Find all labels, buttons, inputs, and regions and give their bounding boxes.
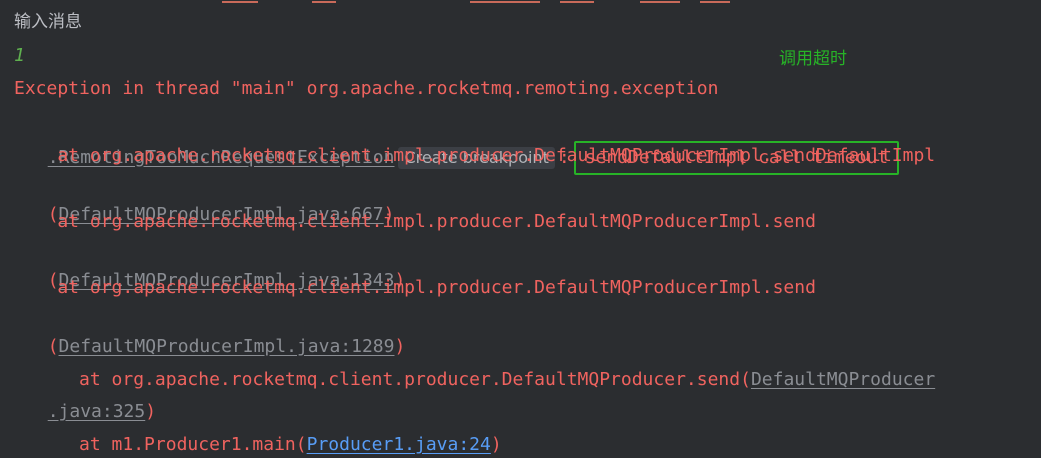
stack-frame-1-method: at org.apache.rocketmq.client.impl.produ… — [14, 145, 936, 166]
stack-frame-3-location-line: (DefaultMQProducerImpl.java:1289) — [26, 308, 406, 357]
stack-frame-4-link-part1[interactable]: DefaultMQProducer — [751, 369, 935, 390]
stack-frame-4-line: at org.apache.rocketmq.client.producer.D… — [14, 341, 935, 390]
stack-frame-1-location-line: (DefaultMQProducerImpl.java:667) — [26, 176, 395, 225]
stack-frame-2-location-line: (DefaultMQProducerImpl.java:1343) — [26, 242, 406, 291]
timeout-annotation: 调用超时 — [779, 49, 847, 69]
input-prompt-label: 输入消息 — [14, 12, 82, 32]
exception-class-line: .RemotingTooMuchRequestException Create b… — [26, 107, 900, 175]
paren-close: ) — [490, 434, 502, 455]
stack-frame-5-link[interactable]: Producer1.java:24 — [307, 434, 491, 455]
stack-frame-3-method: at org.apache.rocketmq.client.impl.produ… — [14, 277, 816, 298]
stack-frame-5-method: at m1.Producer1.main( — [35, 434, 307, 455]
clipped-previous-line — [0, 0, 1041, 4]
exception-header: Exception in thread "main" org.apache.ro… — [14, 78, 719, 99]
input-value: 1 — [14, 45, 25, 66]
stack-frame-2-method: at org.apache.rocketmq.client.impl.produ… — [14, 211, 816, 232]
stack-frame-4-location-line: .java:325) — [26, 373, 156, 422]
stack-frame-5-line: at m1.Producer1.main(Producer1.java:24) — [14, 406, 502, 455]
